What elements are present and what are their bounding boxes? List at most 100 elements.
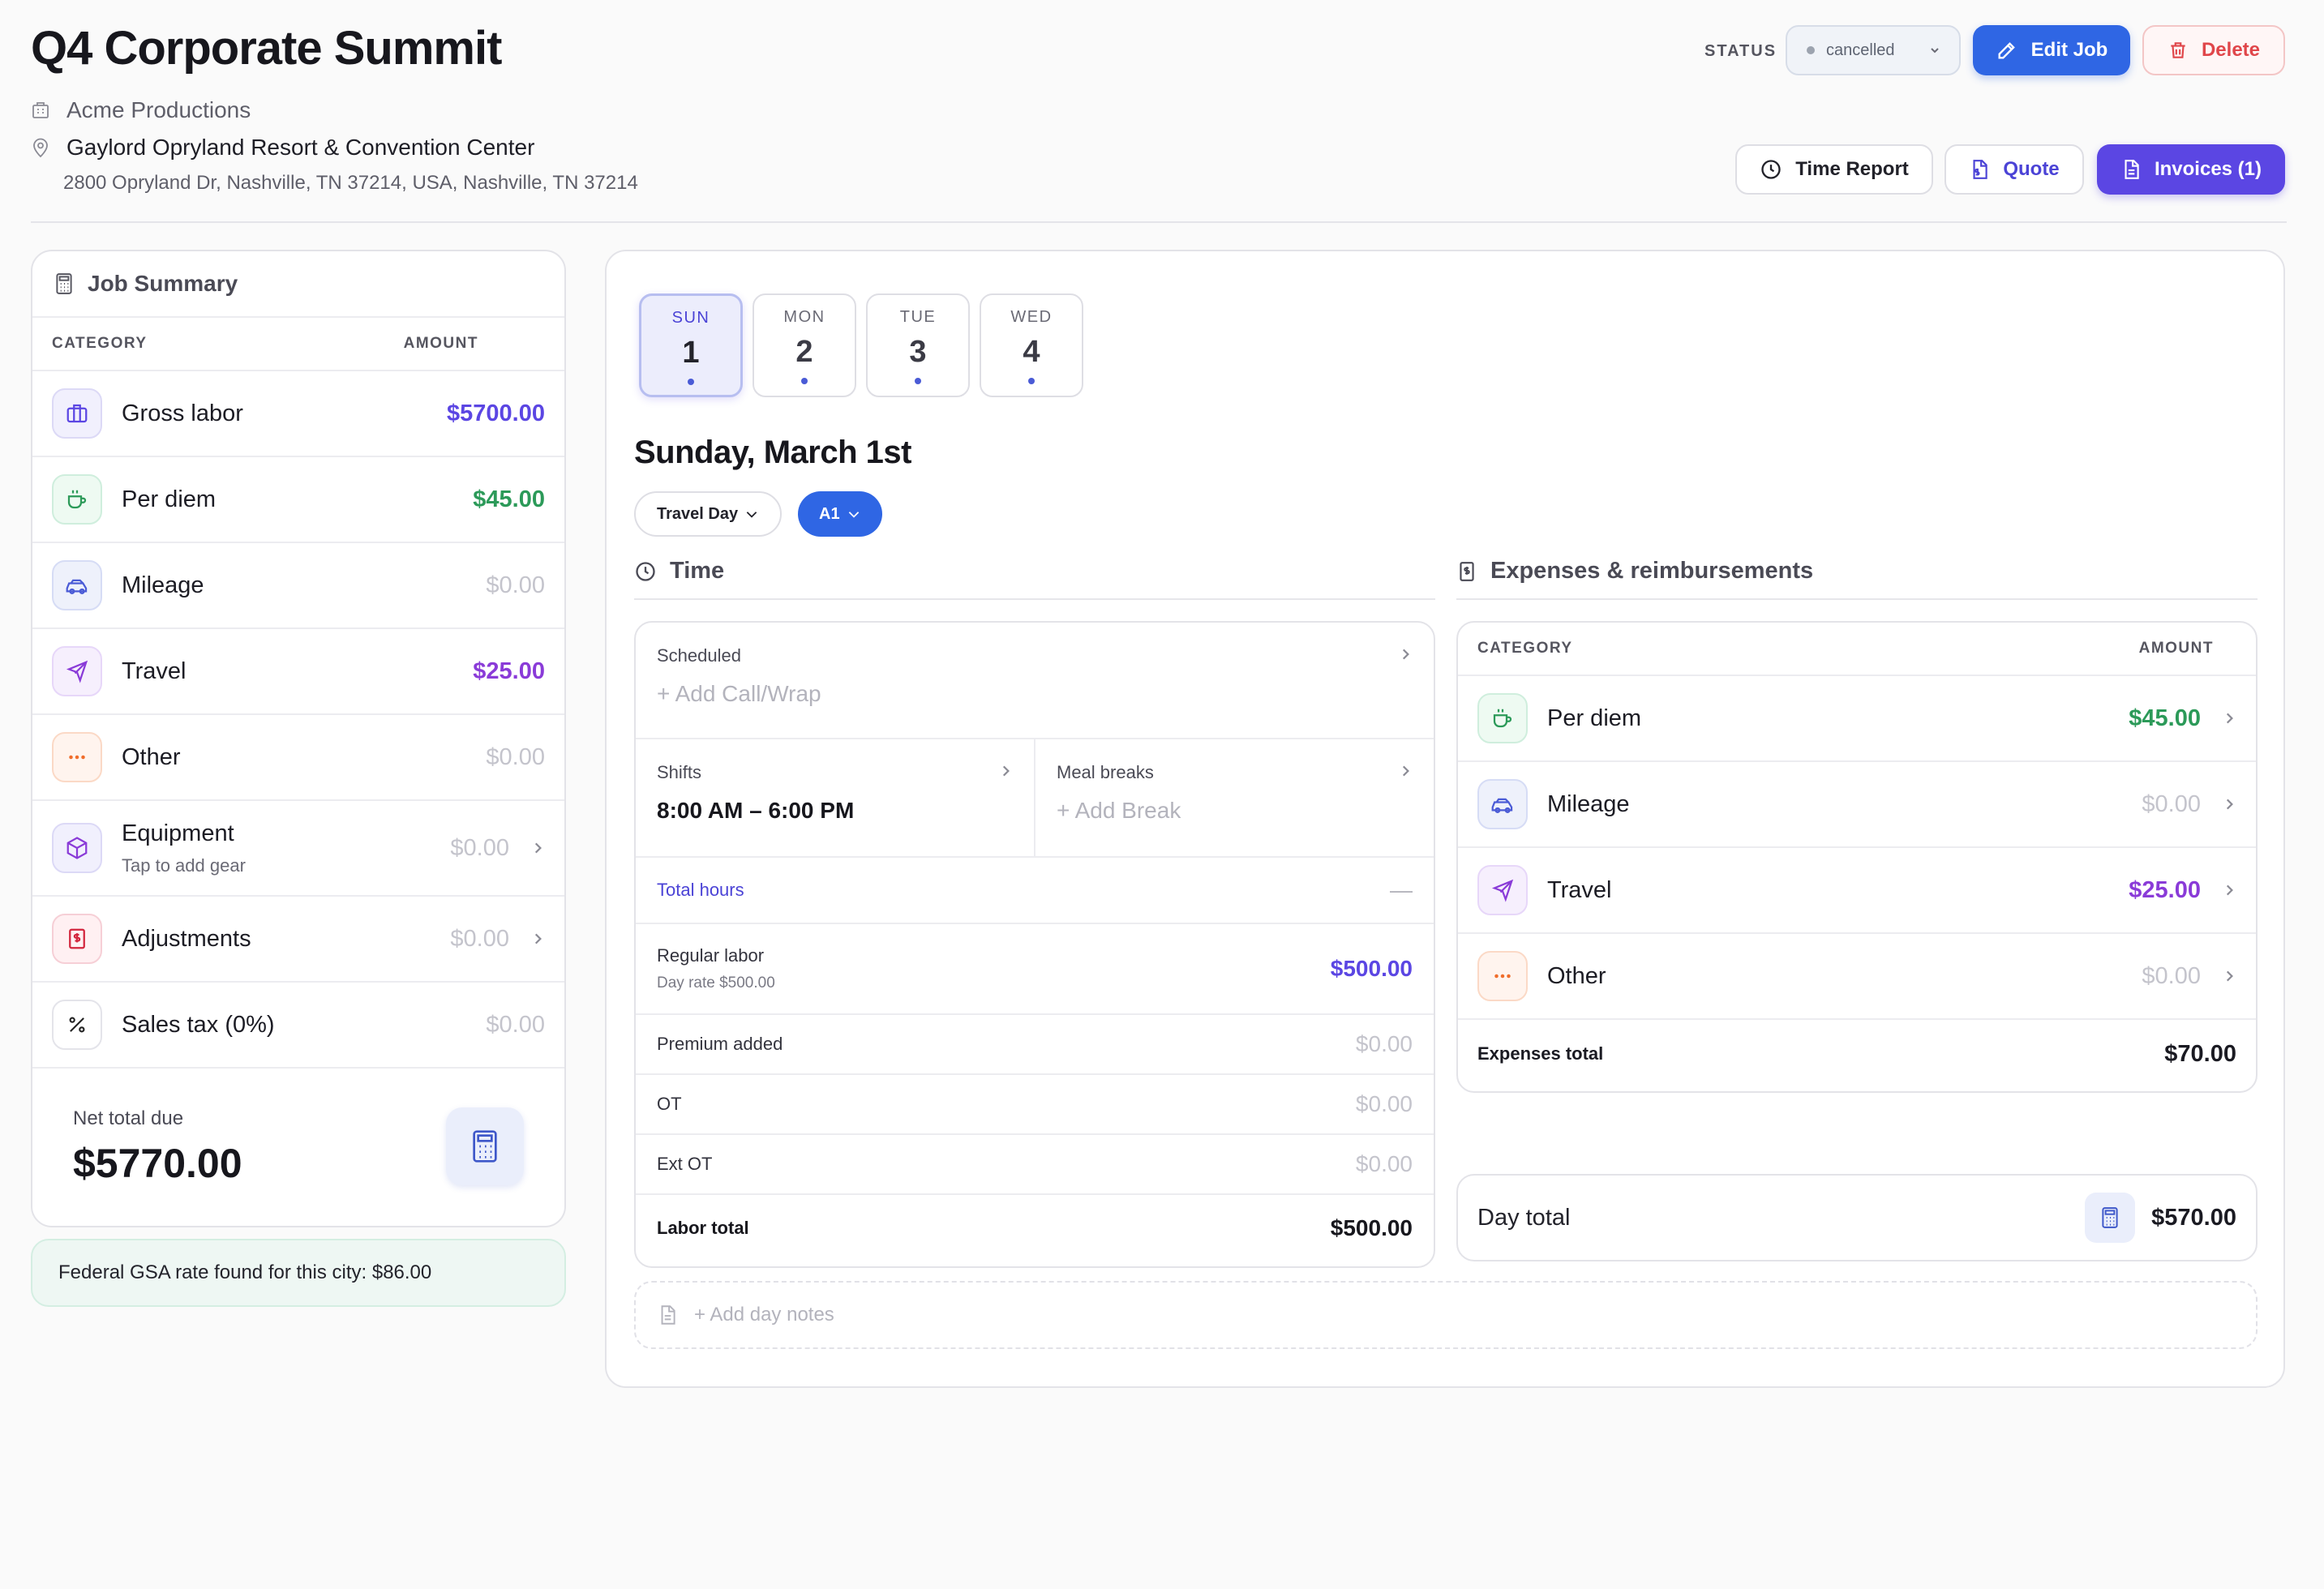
shifts-label: Shifts [657,762,702,782]
delete-button[interactable]: Delete [2142,25,2285,75]
ot-value: $0.00 [1355,1091,1413,1116]
day-total-value: $570.00 [2151,1204,2236,1231]
day-tab-dot [915,378,921,384]
venue-row: Gaylord Opryland Resort & Convention Cen… [31,135,534,161]
status-value: cancelled [1826,41,1895,59]
time-section-header: Time [634,558,724,585]
summary-row-equipment[interactable]: Equipment Tap to add gear $0.00 [32,801,564,897]
dollar-receipt-icon [1456,560,1477,583]
total-hours-row[interactable]: Total hours — [636,858,1434,924]
expense-row-label: Travel [1547,876,1612,903]
car-icon [52,560,102,610]
day-tab-wed[interactable]: WED 4 [980,293,1083,397]
summary-row-other: Other $0.00 [32,715,564,801]
expense-row-amount: $45.00 [2129,705,2201,731]
day-tab-dot [688,379,694,385]
ot-row: OT $0.00 [636,1075,1434,1135]
time-report-label: Time Report [1795,158,1909,180]
day-type-select[interactable]: Travel Day [634,491,783,537]
time-report-button[interactable]: Time Report [1735,144,1933,195]
equipment-label: Equipment [122,820,234,846]
summary-row-amount: $0.00 [486,743,545,770]
expense-row-travel[interactable]: Travel $25.00 [1458,848,2256,934]
chevron-right-icon [998,764,1013,778]
premium-label: Premium added [657,1034,783,1054]
labor-total-label: Labor total [657,1218,749,1238]
day-tab-mon[interactable]: MON 2 [753,293,856,397]
ext-ot-value: $0.00 [1355,1151,1413,1176]
add-call-wrap[interactable]: + Add Call/Wrap [657,681,1413,707]
chevron-right-icon [2222,969,2236,983]
job-summary-title: Job Summary [88,271,238,296]
file-text-icon [2120,158,2142,181]
note-icon [657,1304,678,1326]
shifts-cell[interactable]: Shifts 8:00 AM – 6:00 PM [636,739,1036,856]
day-detail-card: SUN 1 MON 2 TUE 3 WED 4 Sunday, March 1s… [605,250,2285,1388]
summary-row-label: Travel [122,657,187,684]
day-tab-name: MON [783,308,825,326]
calculator-icon[interactable] [2085,1193,2136,1243]
summary-row-gross-labor: Gross labor $5700.00 [32,371,564,457]
meal-breaks-cell[interactable]: Meal breaks + Add Break [1036,739,1434,856]
position-select[interactable]: A1 [798,491,882,537]
plane-icon [52,646,102,696]
page-title: Q4 Corporate Summit [31,22,502,75]
expense-row-other[interactable]: Other $0.00 [1458,934,2256,1020]
col-category: CATEGORY [52,335,148,352]
day-tab-sun[interactable]: SUN 1 [639,293,743,397]
ext-ot-row: Ext OT $0.00 [636,1135,1434,1195]
client-name: Acme Productions [66,97,251,122]
expense-row-amount: $25.00 [2129,876,2201,903]
regular-labor-value: $500.00 [1330,956,1413,981]
expense-row-label: Mileage [1547,790,1630,817]
job-summary-header: Job Summary [32,251,564,318]
expenses-total-row: Expenses total $70.00 [1458,1020,2256,1088]
coffee-icon [1477,693,1528,743]
net-total-value: $5770.00 [73,1141,242,1186]
briefcase-icon [52,388,102,439]
chevron-down-icon [1928,44,1941,57]
edit-job-button[interactable]: Edit Job [1973,25,2130,75]
chevron-right-icon [2222,883,2236,897]
day-tab-tue[interactable]: TUE 3 [866,293,970,397]
invoices-button[interactable]: Invoices (1) [2097,144,2285,195]
expenses-section-header: Expenses & reimbursements [1456,558,1813,585]
chevron-down-icon [847,507,861,521]
labor-total-row: Labor total $500.00 [636,1195,1434,1261]
regular-labor-row: Regular labor Day rate $500.00 $500.00 [636,924,1434,1015]
net-total-label: Net total due [73,1107,184,1129]
scheduled-cell[interactable]: Scheduled + Add Call/Wrap [636,623,1434,739]
expense-row-per-diem[interactable]: Per diem $45.00 [1458,676,2256,762]
add-day-notes[interactable]: + Add day notes [634,1281,2258,1349]
summary-row-label: Mileage [122,572,204,598]
calculator-button[interactable] [446,1107,524,1185]
building-icon [31,101,50,120]
net-total-section: Net total due $5770.00 [32,1069,564,1187]
add-break[interactable]: + Add Break [1057,798,1413,824]
day-type-value: Travel Day [657,504,739,523]
day-tab-dot [801,378,808,384]
quote-button[interactable]: Quote [1945,144,2084,195]
chevron-right-icon [530,932,545,946]
venue-name: Gaylord Opryland Resort & Convention Cen… [66,135,535,160]
expense-row-mileage[interactable]: Mileage $0.00 [1458,762,2256,848]
edit-job-label: Edit Job [2030,39,2108,61]
expenses-column-header: CATEGORY AMOUNT [1458,623,2256,676]
day-total-label: Day total [1477,1204,1571,1231]
calculator-icon [54,272,75,295]
ext-ot-label: Ext OT [657,1154,713,1174]
chevron-down-icon [744,507,759,521]
chevron-right-icon [2222,797,2236,812]
summary-row-sales-tax: Sales tax (0%) $0.00 [32,983,564,1069]
expense-row-amount: $0.00 [2142,962,2201,989]
summary-row-adjustments[interactable]: Adjustments $0.00 [32,897,564,983]
summary-row-label: Per diem [122,486,217,512]
gsa-rate-notice: Federal GSA rate found for this city: $8… [31,1239,566,1307]
percent-icon [52,1000,102,1050]
status-select[interactable]: cancelled [1786,25,1961,75]
shifts-meals-row: Shifts 8:00 AM – 6:00 PM Meal breaks + A… [636,739,1434,858]
quote-label: Quote [2003,158,2060,180]
add-day-notes-label: + Add day notes [694,1304,834,1326]
chevron-right-icon [530,841,545,855]
clock-icon [634,560,657,583]
